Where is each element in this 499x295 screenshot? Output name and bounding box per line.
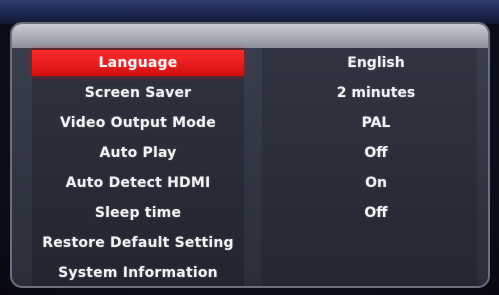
setting-label-screen-saver[interactable]: Screen Saver (32, 80, 244, 106)
setting-value-auto-play[interactable]: Off (286, 140, 466, 166)
setting-label-system-information[interactable]: System Information (32, 260, 244, 286)
setting-label-sleep-time[interactable]: Sleep time (32, 200, 244, 226)
settings-row-restore-default[interactable]: Restore Default Setting (12, 228, 488, 258)
setting-value-screen-saver[interactable]: 2 minutes (286, 80, 466, 106)
setting-label-auto-play[interactable]: Auto Play (32, 140, 244, 166)
settings-row-language[interactable]: Language English (12, 48, 488, 78)
setting-value-video-output-mode[interactable]: PAL (286, 110, 466, 136)
settings-panel: Language English Screen Saver 2 minutes … (10, 22, 490, 288)
settings-row-auto-detect-hdmi[interactable]: Auto Detect HDMI On (12, 168, 488, 198)
setting-label-restore-default[interactable]: Restore Default Setting (32, 230, 244, 256)
setting-value-restore-default (286, 230, 466, 256)
settings-row-sleep-time[interactable]: Sleep time Off (12, 198, 488, 228)
setting-value-system-information (286, 260, 466, 286)
setting-value-sleep-time[interactable]: Off (286, 200, 466, 226)
setting-value-language[interactable]: English (286, 50, 466, 76)
settings-row-video-output-mode[interactable]: Video Output Mode PAL (12, 108, 488, 138)
setting-label-video-output-mode[interactable]: Video Output Mode (32, 110, 244, 136)
setting-label-auto-detect-hdmi[interactable]: Auto Detect HDMI (32, 170, 244, 196)
top-bar (0, 0, 499, 24)
settings-row-auto-play[interactable]: Auto Play Off (12, 138, 488, 168)
settings-row-system-information[interactable]: System Information (12, 258, 488, 286)
settings-menu: Language English Screen Saver 2 minutes … (12, 48, 488, 286)
settings-row-screen-saver[interactable]: Screen Saver 2 minutes (12, 78, 488, 108)
setting-value-auto-detect-hdmi[interactable]: On (286, 170, 466, 196)
panel-header (12, 24, 488, 48)
setting-label-language[interactable]: Language (32, 50, 244, 76)
tv-screen: Language English Screen Saver 2 minutes … (0, 0, 499, 295)
